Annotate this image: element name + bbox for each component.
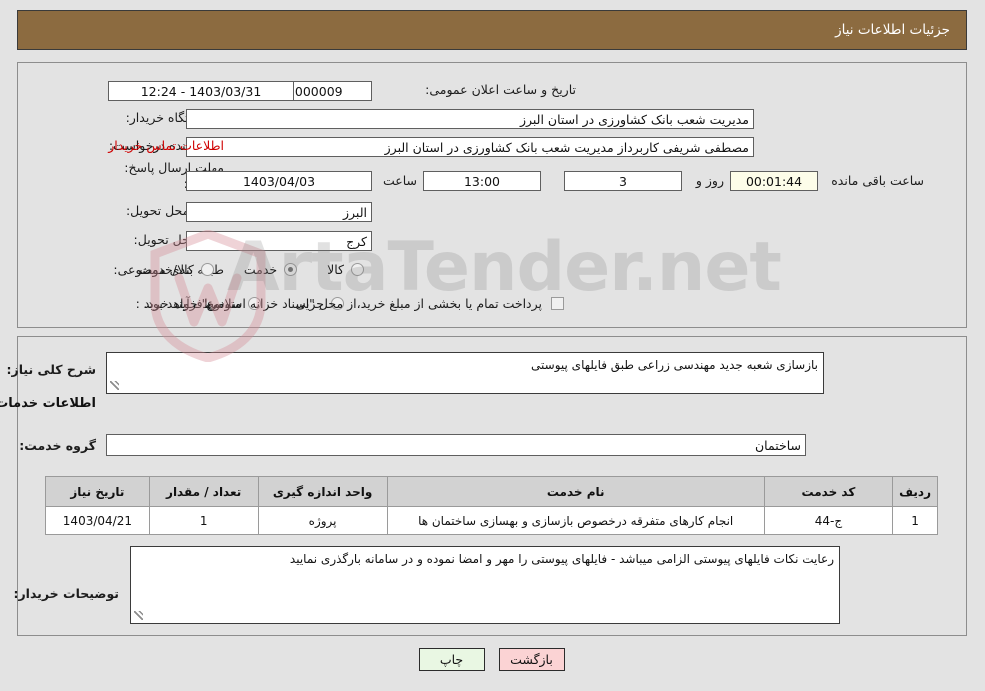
buyer-notes-label: توضیحات خریدار: <box>14 586 120 601</box>
service-group-label: گروه خدمت: <box>20 438 97 453</box>
deadline-date-value: 1403/04/03 <box>187 171 373 191</box>
contact-link-wrap[interactable]: اطلاعات تماس خریدار <box>109 138 225 153</box>
cell-name: انجام کارهای متفرقه درخصوص بازسازی و بهس… <box>387 506 766 535</box>
need-info-panel <box>18 62 968 328</box>
services-section-title: اطلاعات خدمات مورد نیاز <box>0 396 97 411</box>
table-header-row: ردیف کد خدمت نام خدمت واحد اندازه گیری ت… <box>46 476 939 507</box>
announce-value: 1403/03/31 - 12:24 <box>109 81 295 101</box>
announce-label: تاریخ و ساعت اعلان عمومی: <box>426 82 577 97</box>
radio-khedmat-icon[interactable] <box>285 263 299 276</box>
buyer-notes-textarea[interactable]: رعایت نکات فایلهای پیوستی الزامی میباشد … <box>131 546 841 624</box>
category-option-1-label: خدمت <box>244 262 279 277</box>
cell-need-date: 1403/04/21 <box>46 506 151 535</box>
buyer-contact-link[interactable]: اطلاعات تماس خریدار <box>109 138 225 153</box>
cell-code: ج-44 <box>764 506 895 535</box>
category-option-khedmat[interactable]: خدمت <box>244 262 299 277</box>
category-options: کالا خدمت کالا/خدمت <box>140 262 365 277</box>
days-value: 3 <box>565 171 683 191</box>
announce-row: تاریخ و ساعت اعلان عمومی: <box>426 82 577 98</box>
city-value: کرج <box>187 231 373 251</box>
creator-value: مصطفی شریفی کاربرداز مدیریت شعب بانک کشا… <box>187 137 755 157</box>
col-unit: واحد اندازه گیری <box>258 476 389 507</box>
category-option-kala-khedmat[interactable]: کالا/خدمت <box>140 262 215 277</box>
back-button[interactable]: بازگشت <box>499 648 566 671</box>
page-header: جزئیات اطلاعات نیاز <box>18 10 968 50</box>
description-label: شرح کلی نیاز: <box>7 362 97 377</box>
radio-kala-icon[interactable] <box>352 263 365 276</box>
cell-index: 1 <box>893 506 939 535</box>
countdown-value: 00:01:44 <box>731 171 819 191</box>
treasury-checkbox-icon[interactable] <box>552 297 565 311</box>
print-button[interactable]: چاپ <box>419 648 486 671</box>
treasury-option[interactable]: پرداخت تمام یا بخشی از مبلغ خرید،از محل … <box>144 296 565 312</box>
table-row[interactable]: 1 ج-44 انجام کارهای متفرقه درخصوص بازساز… <box>46 506 939 535</box>
buyer-notes-value: رعایت نکات فایلهای پیوستی الزامی میباشد … <box>290 552 835 566</box>
hour-label: ساعت <box>383 173 418 188</box>
col-need-date: تاریخ نیاز <box>46 476 151 507</box>
remaining-label: ساعت باقی مانده <box>832 173 925 188</box>
days-label: روز و <box>696 173 725 188</box>
col-quantity: تعداد / مقدار <box>149 476 260 507</box>
services-table: ردیف کد خدمت نام خدمت واحد اندازه گیری ت… <box>46 476 939 535</box>
category-option-2-label: کالا/خدمت <box>140 262 195 277</box>
description-textarea[interactable]: بازسازی شعبه جدید مهندسی زراعی طبق فایله… <box>107 352 825 394</box>
description-value: بازسازی شعبه جدید مهندسی زراعی طبق فایله… <box>532 358 819 372</box>
col-name: نام خدمت <box>387 476 766 507</box>
cell-quantity: 1 <box>149 506 260 535</box>
deadline-time-value: 13:00 <box>424 171 542 191</box>
col-code: کد خدمت <box>764 476 895 507</box>
col-index: ردیف <box>893 476 939 507</box>
buyer-org-value: مدیریت شعب بانک کشاورزی در استان البرز <box>187 109 755 129</box>
page-title: جزئیات اطلاعات نیاز <box>836 22 951 38</box>
footer-buttons: بازگشت چاپ <box>0 648 985 671</box>
service-group-value: ساختمان <box>107 434 807 456</box>
treasury-text: پرداخت تمام یا بخشی از مبلغ خرید،از محل … <box>144 296 543 311</box>
cell-unit: پروژه <box>258 506 389 535</box>
province-value: البرز <box>187 202 373 222</box>
radio-kala-khedmat-icon[interactable] <box>201 263 215 276</box>
category-option-0-label: کالا <box>328 262 345 277</box>
category-option-kala[interactable]: کالا <box>328 262 365 277</box>
